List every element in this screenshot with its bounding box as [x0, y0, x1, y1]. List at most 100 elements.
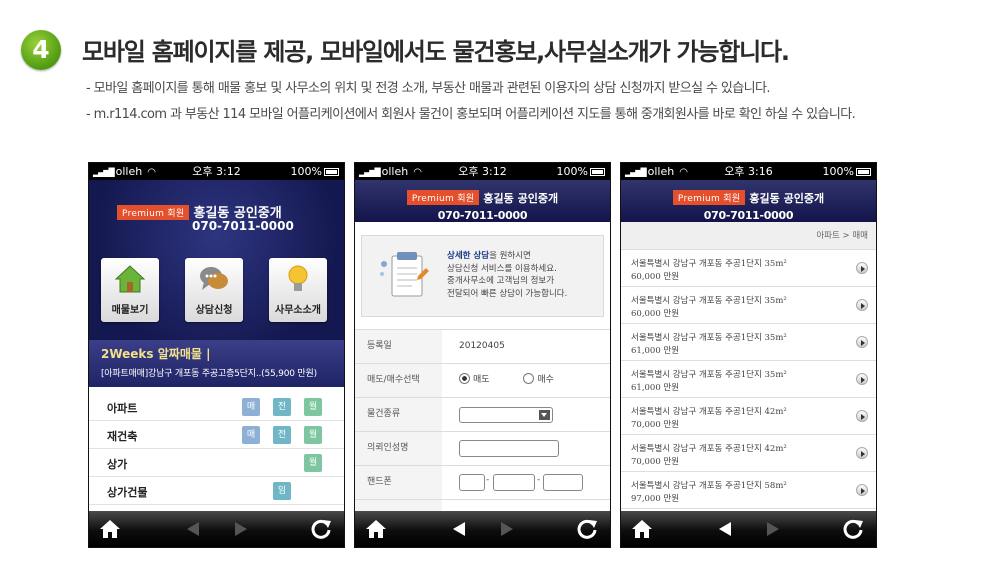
tile-label: 매물보기: [111, 305, 149, 316]
category-name: 아파트: [107, 402, 138, 415]
tag-lease[interactable]: 임: [273, 482, 291, 500]
tile-office-intro-button[interactable]: 사무소소개: [269, 258, 327, 322]
chevron-right-icon[interactable]: [856, 373, 868, 385]
dropdown-arrow-icon: [539, 410, 550, 420]
premium-badge: Premium 회원: [672, 190, 746, 205]
phone-label: 핸드폰: [355, 466, 442, 499]
category-row[interactable]: 재건축 매 전 월: [89, 421, 344, 449]
listing-address: 서울특별시 강남구 개포동 주공1단지 42m²: [631, 407, 787, 417]
tile-consult-button[interactable]: 상담신청: [185, 258, 243, 322]
tag-monthly[interactable]: 월: [304, 426, 322, 444]
banner-item: [아파트매매]강남구 개포동 주공고층5단지..(55,900 만원): [101, 369, 317, 379]
office-name: 홍길동 공인중개: [749, 192, 825, 205]
listing-row[interactable]: 서울특별시 강남구 개포동 주공1단지 35m² 61,000 만원: [621, 361, 876, 398]
phone-input-3[interactable]: [543, 474, 583, 491]
category-row[interactable]: 상가 월: [89, 449, 344, 477]
listing-address: 서울특별시 강남구 개포동 주공1단지 58m²: [631, 481, 787, 491]
office-phone: 070-7011-0000: [192, 219, 294, 233]
lightbulb-icon: [288, 265, 308, 291]
status-bar: ▂▄▆█ olleh ◠ 오후 3:12 100%: [355, 163, 610, 180]
phone-input-1[interactable]: [459, 474, 485, 491]
forward-arrow-icon[interactable]: [501, 522, 513, 536]
category-name: 상가: [107, 458, 128, 471]
listing-price: 61,000 만원: [631, 346, 680, 356]
phone-screenshot-listings: ▂▄▆█ olleh ◠ 오후 3:16 100% Premium 회원 홍길동 공인…: [620, 162, 877, 548]
listing-row[interactable]: 서울특별시 강남구 개포동 주공1단지 42m² 70,000 만원: [621, 435, 876, 472]
refresh-icon[interactable]: [310, 518, 332, 540]
back-arrow-icon[interactable]: [187, 522, 199, 536]
listing-row[interactable]: 서울특별시 강남구 개포동 주공1단지 35m² 60,000 만원: [621, 287, 876, 324]
battery-level: 100%: [556, 165, 588, 178]
phone-screenshot-home: ▂▄▆█ olleh ◠ 오후 3:12 100% Premium 회원 홍길동 공인…: [88, 162, 345, 548]
page-headline: 모바일 홈페이지를 제공, 모바일에서도 물건홍보,사무실소개가 가능합니다.: [82, 38, 790, 66]
reg-date-value: 20120405: [459, 341, 505, 351]
description-line-1: - 모바일 홈페이지를 통해 매물 홍보 및 사무소의 위치 및 전경 소개, …: [86, 81, 770, 96]
listing-price: 97,000 만원: [631, 494, 680, 504]
notepad-icon: [380, 252, 429, 297]
back-arrow-icon[interactable]: [453, 522, 465, 536]
category-name: 상가건물: [107, 486, 148, 499]
battery-icon: [590, 168, 605, 176]
radio-buy-label: 매수: [537, 375, 554, 385]
browser-toolbar: [355, 511, 610, 547]
info-line: 상담신청 서비스를 이용하세요.: [447, 263, 557, 274]
phone-screenshot-consult: ▂▄▆█ olleh ◠ 오후 3:12 100% Premium 회원 홍길동 공인…: [354, 162, 611, 548]
reg-date-label: 등록일: [355, 330, 442, 363]
property-type-select[interactable]: [459, 407, 553, 423]
tile-listings-button[interactable]: 매물보기: [101, 258, 159, 322]
category-row[interactable]: 아파트 매 전 월: [89, 393, 344, 421]
browser-toolbar: [89, 511, 344, 547]
chevron-right-icon[interactable]: [856, 262, 868, 274]
tag-monthly[interactable]: 월: [304, 398, 322, 416]
chevron-right-icon[interactable]: [856, 336, 868, 348]
refresh-icon[interactable]: [842, 518, 864, 540]
radio-buy[interactable]: [523, 373, 535, 384]
home-icon[interactable]: [99, 518, 121, 540]
category-row[interactable]: 상가건물 임: [89, 477, 344, 505]
battery-level: 100%: [290, 165, 322, 178]
forward-arrow-icon[interactable]: [767, 522, 779, 536]
phone-dash: -: [537, 475, 541, 485]
listing-row[interactable]: 서울특별시 강남구 개포동 주공1단지 35m² 60,000 만원: [621, 250, 876, 287]
tag-jeonse[interactable]: 전: [273, 426, 291, 444]
tile-label: 사무소소개: [275, 305, 321, 316]
info-title-rest: 을 원하시면: [489, 251, 531, 261]
tag-jeonse[interactable]: 전: [273, 398, 291, 416]
consult-form: 등록일 20120405 매도/매수선택 매도 매수 물건종류 의뢰인성명 핸드…: [355, 329, 610, 533]
chevron-right-icon[interactable]: [856, 299, 868, 311]
tag-monthly[interactable]: 월: [304, 454, 322, 472]
listing-row[interactable]: 서울특별시 강남구 개포동 주공1단지 35m² 61,000 만원: [621, 324, 876, 361]
phone-input-2[interactable]: [493, 474, 535, 491]
form-row-name: 의뢰인성명: [355, 431, 610, 465]
refresh-icon[interactable]: [576, 518, 598, 540]
phone-dash: -: [486, 475, 490, 485]
form-row-reg-date: 등록일 20120405: [355, 329, 610, 363]
listing-price: 60,000 만원: [631, 309, 680, 319]
radio-sell[interactable]: [459, 373, 470, 384]
office-phone: 070-7011-0000: [437, 209, 528, 222]
chat-bubble-icon: [200, 267, 228, 290]
featured-listing-banner[interactable]: 2Weeks 알짜매물 | [아파트매매]강남구 개포동 주공고층5단지..(5…: [89, 340, 344, 387]
category-name: 재건축: [107, 430, 138, 443]
chevron-right-icon[interactable]: [856, 447, 868, 459]
info-title: 상세한 상담: [447, 251, 490, 261]
banner-title: 2Weeks 알짜매물 |: [101, 347, 211, 361]
battery-icon: [856, 168, 871, 176]
chevron-right-icon[interactable]: [856, 410, 868, 422]
forward-arrow-icon[interactable]: [235, 522, 247, 536]
back-arrow-icon[interactable]: [719, 522, 731, 536]
home-icon[interactable]: [365, 518, 387, 540]
client-name-input[interactable]: [459, 440, 559, 457]
premium-badge: Premium 회원: [117, 205, 190, 220]
radio-sell-label: 매도: [473, 375, 490, 385]
listing-price: 61,000 만원: [631, 383, 680, 393]
home-icon[interactable]: [631, 518, 653, 540]
listing-price: 70,000 만원: [631, 457, 680, 467]
listing-row[interactable]: 서울특별시 강남구 개포동 주공1단지 42m² 70,000 만원: [621, 398, 876, 435]
chevron-right-icon[interactable]: [856, 484, 868, 496]
listing-row[interactable]: 서울특별시 강남구 개포동 주공1단지 58m² 97,000 만원: [621, 472, 876, 509]
tag-sale[interactable]: 매: [242, 426, 260, 444]
premium-badge: Premium 회원: [406, 190, 480, 205]
tag-sale[interactable]: 매: [242, 398, 260, 416]
listing-address: 서울특별시 강남구 개포동 주공1단지 42m²: [631, 444, 787, 454]
